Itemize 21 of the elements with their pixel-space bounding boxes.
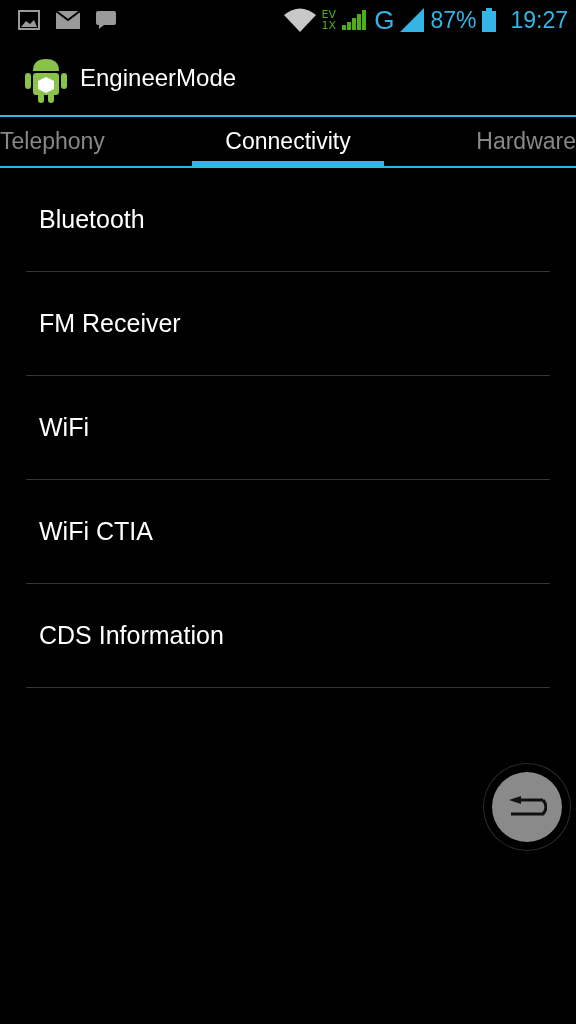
tab[interactable]: Connectivity (192, 128, 384, 155)
wifi-icon (283, 8, 316, 32)
tab[interactable]: Hardware (384, 128, 576, 155)
app-title: EngineerMode (80, 63, 237, 92)
battery-icon (482, 8, 497, 32)
chat-icon (96, 10, 116, 30)
list-item[interactable]: CDS Information (26, 584, 550, 688)
list-item[interactable]: WiFi CTIA (26, 480, 550, 584)
signal-icon (342, 10, 369, 30)
data-type: G (374, 4, 395, 36)
clock: 19:27 (510, 6, 568, 34)
battery-percent: 87% (430, 6, 477, 34)
network-type: EV (321, 9, 337, 20)
list-item[interactable]: FM Receiver (26, 272, 550, 376)
tab[interactable]: Telephony (0, 128, 192, 155)
mail-icon (56, 11, 80, 29)
picture-icon (18, 10, 40, 30)
signal-icon (400, 8, 425, 32)
network-type: 1X (321, 20, 337, 31)
list-item[interactable]: WiFi (26, 376, 550, 480)
list-item[interactable]: Bluetooth (26, 168, 550, 272)
